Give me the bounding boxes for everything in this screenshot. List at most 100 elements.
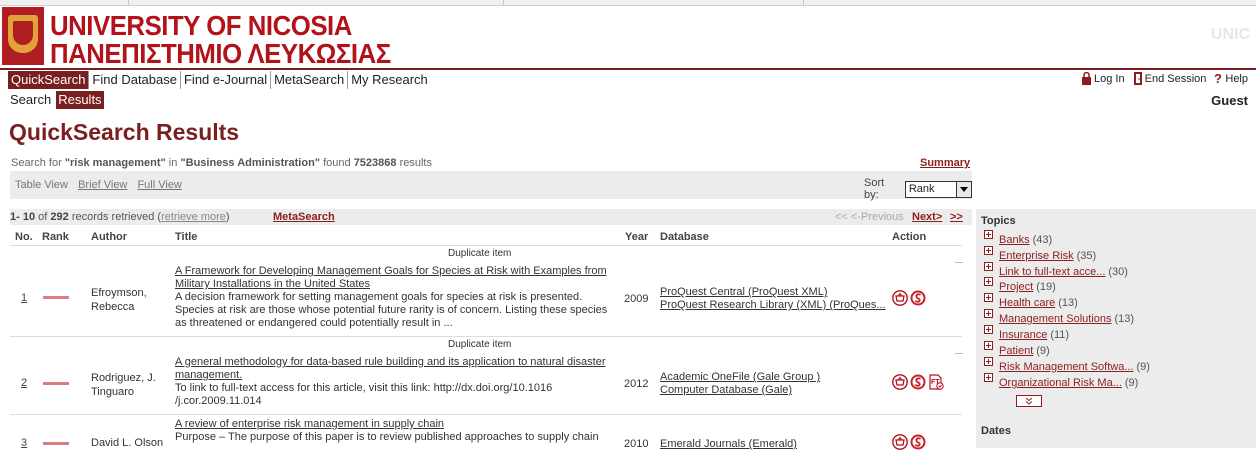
sfx-link-icon[interactable] [910, 290, 926, 306]
show-more-topics-button[interactable] [1016, 395, 1042, 407]
browser-tab [128, 0, 504, 5]
university-crest-logo[interactable] [2, 7, 44, 65]
tab-metasearch[interactable]: MetaSearch [271, 71, 349, 89]
topic-item[interactable]: Management Solutions (13) [984, 309, 1134, 325]
database-link[interactable]: ProQuest Central (ProQuest XML) [660, 286, 886, 299]
topic-label[interactable]: Link to full-text acce... [999, 266, 1105, 278]
database-link[interactable]: Emerald Journals (Emerald) [660, 438, 797, 451]
title-line: A general methodology for data-based rul… [175, 356, 606, 368]
expand-plus-icon[interactable] [984, 373, 993, 382]
row-separator [10, 336, 962, 337]
full-view-link[interactable]: Full View [137, 179, 181, 191]
metasearch-link[interactable]: MetaSearch [273, 209, 335, 225]
expand-plus-icon[interactable] [984, 341, 993, 350]
topic-label[interactable]: Health care [999, 297, 1055, 309]
save-basket-icon[interactable] [892, 374, 908, 390]
topic-count: (35) [1076, 250, 1097, 262]
dropdown-arrow-icon[interactable] [956, 181, 971, 197]
brief-view-link[interactable]: Brief View [78, 179, 127, 191]
topic-label[interactable]: Organizational Risk Ma... [999, 377, 1122, 389]
facets-sidebar: Topics Banks (43) Enterprise Risk (35) Lin… [976, 209, 1256, 448]
retrieve-more-link[interactable]: retrieve more [161, 211, 226, 223]
records-count: 1- 10 of 292 records retrieved (retrieve… [10, 211, 230, 223]
subtab-results[interactable]: Results [56, 91, 104, 109]
guest-label: Guest [1211, 93, 1248, 108]
abstract-line: /j.cor.2009.11.014 [175, 395, 262, 407]
university-name-greek[interactable]: ΠΑΝΕΠΙΣΤΗΜΙΟ ΛΕΥΚΩΣΙΑΣ [50, 38, 391, 70]
topic-item[interactable]: Insurance (11) [984, 325, 1069, 341]
sort-select[interactable]: Rank [904, 180, 972, 198]
next-link[interactable]: Next> [912, 209, 942, 225]
records-bar: 1- 10 of 292 records retrieved (retrieve… [10, 209, 972, 225]
col-header-author: Author [91, 231, 128, 243]
summary-link[interactable]: Summary [920, 157, 970, 169]
topic-item[interactable]: Risk Management Softwa... (9) [984, 357, 1150, 373]
save-basket-icon[interactable] [892, 290, 908, 306]
expand-plus-icon[interactable] [984, 262, 993, 271]
expand-plus-icon[interactable] [984, 325, 993, 334]
expand-plus-icon[interactable] [984, 357, 993, 366]
help-link[interactable]: ? Help [1214, 72, 1248, 85]
site-header: UNIVERSITY OF NICOSIA ΠΑΝΕΠΙΣΤΗΜΙΟ ΛΕΥΚΩ… [0, 6, 1256, 70]
topic-label[interactable]: Patient [999, 345, 1033, 357]
result-title-link[interactable]: A general methodology for data-based rul… [175, 356, 615, 382]
col-header-database: Database [660, 231, 709, 243]
dates-heading: Dates [981, 425, 1011, 437]
col-header-action: Action [892, 231, 927, 243]
topic-label[interactable]: Banks [999, 234, 1030, 246]
expand-plus-icon[interactable] [984, 277, 993, 286]
topic-item[interactable]: Health care (13) [984, 293, 1078, 309]
row-dash [955, 262, 963, 263]
search-scope: "Business Administration" [180, 157, 321, 169]
expand-plus-icon[interactable] [984, 230, 993, 239]
abstract-line: Species at risk are those whose potentia… [175, 304, 608, 316]
end-session-link[interactable]: End Session [1133, 72, 1206, 85]
result-title-link[interactable]: A review of enterprise risk management i… [175, 418, 615, 431]
help-label: Help [1225, 72, 1248, 85]
topic-label[interactable]: Risk Management Softwa... [999, 361, 1134, 373]
result-abstract: Purpose – The purpose of this paper is t… [175, 431, 620, 444]
rank-bar [43, 442, 69, 445]
sort-label: Sort by: [864, 177, 885, 201]
tab-my-research[interactable]: My Research [348, 71, 431, 89]
result-actions [892, 290, 928, 306]
search-found: found [323, 157, 351, 169]
col-header-no: No. [15, 231, 33, 243]
database-link[interactable]: Computer Database (Gale) [660, 384, 820, 397]
result-title-link[interactable]: A Framework for Developing Management Go… [175, 265, 615, 291]
topic-label[interactable]: Insurance [999, 329, 1047, 341]
result-number[interactable]: 2 [21, 377, 27, 389]
view-bar: Table View Brief View Full View Sort by:… [10, 171, 972, 201]
result-count: 7523868 [353, 157, 397, 169]
full-text-document-icon[interactable]: FT [928, 374, 944, 390]
tab-find-database[interactable]: Find Database [89, 71, 181, 89]
author-line: David L. Olson [91, 437, 164, 449]
topic-item[interactable]: Organizational Risk Ma... (9) [984, 373, 1138, 389]
database-link[interactable]: Academic OneFile (Gale Group ) [660, 371, 820, 384]
last-page-link[interactable]: >> [950, 209, 963, 225]
svg-text:?: ? [1214, 72, 1222, 85]
topic-item[interactable]: Banks (43) [984, 230, 1052, 246]
result-number[interactable]: 3 [21, 437, 27, 449]
result-author: David L. Olson [91, 437, 163, 449]
login-link[interactable]: Log In [1081, 72, 1125, 85]
subtab-search[interactable]: Search [8, 91, 53, 109]
expand-plus-icon[interactable] [984, 293, 993, 302]
topic-item[interactable]: Project (19) [984, 277, 1056, 293]
topic-label[interactable]: Project [999, 281, 1033, 293]
database-link[interactable]: ProQuest Research Library (XML) (ProQues… [660, 299, 886, 312]
topic-label[interactable]: Enterprise Risk [999, 250, 1074, 262]
result-number[interactable]: 1 [21, 292, 27, 304]
tab-quicksearch[interactable]: QuickSearch [8, 71, 90, 89]
topics-heading: Topics [981, 215, 1016, 227]
expand-plus-icon[interactable] [984, 309, 993, 318]
sfx-link-icon[interactable] [910, 374, 926, 390]
tab-find-ejournal[interactable]: Find e-Journal [181, 71, 272, 89]
row-separator [10, 245, 962, 246]
topic-label[interactable]: Management Solutions [999, 313, 1112, 325]
topic-item[interactable]: Link to full-text acce... (30) [984, 262, 1128, 278]
col-header-title: Title [175, 231, 198, 243]
topic-item[interactable]: Patient (9) [984, 341, 1050, 357]
topic-item[interactable]: Enterprise Risk (35) [984, 246, 1097, 262]
expand-plus-icon[interactable] [984, 246, 993, 255]
